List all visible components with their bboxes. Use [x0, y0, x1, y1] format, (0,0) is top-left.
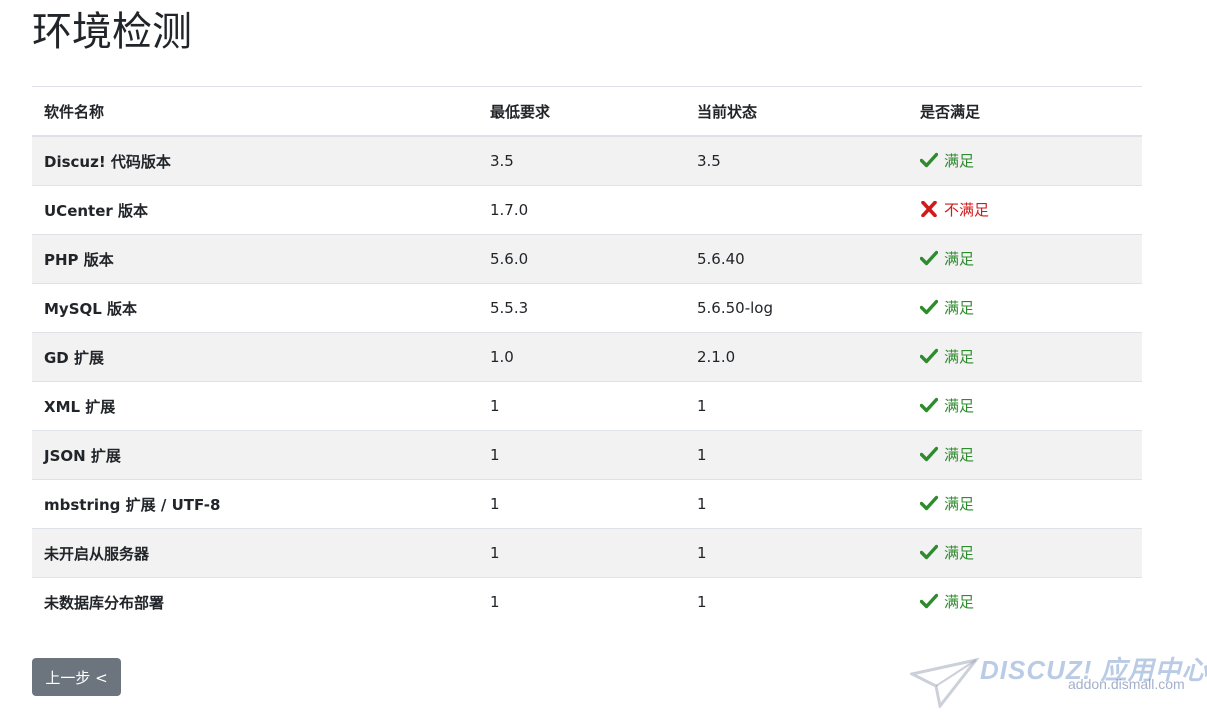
status-satisfied: 满足 [920, 346, 974, 367]
cell-current-status: 3.5 [685, 135, 908, 186]
cell-current-status: 1 [685, 381, 908, 431]
table-row: mbstring 扩展 / UTF-8 1 1 满足 [32, 479, 1142, 529]
table-body: Discuz! 代码版本 3.5 3.5 满足 UCenter 版本 1.7.0 不满足 PH… [32, 135, 1142, 626]
table-row: UCenter 版本 1.7.0 不满足 [32, 185, 1142, 235]
cell-software-name: XML 扩展 [32, 381, 478, 431]
status-label: 满足 [944, 445, 975, 464]
cell-satisfied: 满足 [908, 577, 1142, 626]
header-software-name: 软件名称 [32, 86, 478, 137]
cell-min-requirement: 3.5 [478, 135, 685, 186]
status-label: 满足 [944, 592, 975, 611]
cell-min-requirement: 1 [478, 479, 685, 529]
status-label: 满足 [944, 151, 975, 170]
table-row: XML 扩展 1 1 满足 [32, 381, 1142, 431]
status-satisfied: 满足 [920, 591, 974, 612]
cell-min-requirement: 5.5.3 [478, 283, 685, 333]
status-satisfied: 满足 [920, 395, 974, 416]
check-icon [920, 348, 938, 364]
cell-current-status: 1 [685, 577, 908, 626]
cell-satisfied: 满足 [908, 234, 1142, 284]
cell-min-requirement: 1 [478, 577, 685, 626]
table-row: Discuz! 代码版本 3.5 3.5 满足 [32, 135, 1142, 186]
environment-table: 软件名称 最低要求 当前状态 是否满足 Discuz! 代码版本 3.5 3.5 满足… [32, 86, 1142, 626]
check-icon [920, 446, 938, 462]
header-current-status: 当前状态 [685, 86, 908, 137]
page: 环境检测 软件名称 最低要求 当前状态 是否满足 Discuz! 代码版本 3.5… [0, 0, 1207, 721]
cell-satisfied: 满足 [908, 332, 1142, 382]
table-row: 未数据库分布部署 1 1 满足 [32, 577, 1142, 626]
status-satisfied: 满足 [920, 493, 974, 514]
status-satisfied: 满足 [920, 150, 974, 171]
status-label: 满足 [944, 298, 975, 317]
check-icon [920, 152, 938, 168]
cell-software-name: 未开启从服务器 [32, 528, 478, 578]
header-min-requirement: 最低要求 [478, 86, 685, 137]
watermark-url: addon.dismall.com [1068, 676, 1185, 692]
cell-current-status: 1 [685, 528, 908, 578]
status-label: 不满足 [944, 200, 990, 219]
check-icon [920, 495, 938, 511]
cell-software-name: 未数据库分布部署 [32, 577, 478, 626]
cell-satisfied: 满足 [908, 430, 1142, 480]
cell-satisfied: 满足 [908, 479, 1142, 529]
cell-software-name: GD 扩展 [32, 332, 478, 382]
status-satisfied: 满足 [920, 444, 974, 465]
cell-min-requirement: 1.7.0 [478, 185, 685, 235]
cell-satisfied: 满足 [908, 528, 1142, 578]
status-satisfied: 满足 [920, 297, 974, 318]
check-icon [920, 397, 938, 413]
table-row: GD 扩展 1.0 2.1.0 满足 [32, 332, 1142, 382]
status-satisfied: 满足 [920, 542, 974, 563]
status-label: 满足 [944, 249, 975, 268]
cell-software-name: MySQL 版本 [32, 283, 478, 333]
check-icon [920, 544, 938, 560]
status-label: 满足 [944, 396, 975, 415]
cell-min-requirement: 1 [478, 528, 685, 578]
table-row: PHP 版本 5.6.0 5.6.40 满足 [32, 234, 1142, 284]
check-icon [920, 299, 938, 315]
status-label: 满足 [944, 543, 975, 562]
environment-table-container: 软件名称 最低要求 当前状态 是否满足 Discuz! 代码版本 3.5 3.5 满足… [32, 86, 1142, 626]
table-row: 未开启从服务器 1 1 满足 [32, 528, 1142, 578]
table-row: JSON 扩展 1 1 满足 [32, 430, 1142, 480]
cell-min-requirement: 5.6.0 [478, 234, 685, 284]
watermark: DISCUZ! 应用中心 addon.dismall.com [910, 650, 1207, 718]
header-satisfied: 是否满足 [908, 86, 1142, 137]
status-label: 满足 [944, 347, 975, 366]
cell-current-status: 1 [685, 479, 908, 529]
cross-icon [920, 201, 938, 218]
status-not-satisfied: 不满足 [920, 199, 989, 220]
cell-software-name: UCenter 版本 [32, 185, 478, 235]
back-button[interactable]: 上一步 < [32, 658, 121, 696]
cell-satisfied: 满足 [908, 135, 1142, 186]
cell-software-name: PHP 版本 [32, 234, 478, 284]
cell-current-status: 2.1.0 [685, 332, 908, 382]
cell-min-requirement: 1.0 [478, 332, 685, 382]
cell-min-requirement: 1 [478, 381, 685, 431]
table-header: 软件名称 最低要求 当前状态 是否满足 [32, 86, 1142, 137]
table-row: MySQL 版本 5.5.3 5.6.50-log 满足 [32, 283, 1142, 333]
cell-satisfied: 不满足 [908, 185, 1142, 235]
cell-current-status: 5.6.40 [685, 234, 908, 284]
cell-current-status: 5.6.50-log [685, 283, 908, 333]
status-label: 满足 [944, 494, 975, 513]
cell-current-status: 1 [685, 430, 908, 480]
cell-software-name: mbstring 扩展 / UTF-8 [32, 479, 478, 529]
cell-software-name: JSON 扩展 [32, 430, 478, 480]
header-row: 软件名称 最低要求 当前状态 是否满足 [32, 86, 1142, 137]
check-icon [920, 250, 938, 266]
paper-plane-icon [910, 657, 980, 708]
status-satisfied: 满足 [920, 248, 974, 269]
cell-satisfied: 满足 [908, 381, 1142, 431]
cell-software-name: Discuz! 代码版本 [32, 135, 478, 186]
check-icon [920, 593, 938, 609]
cell-min-requirement: 1 [478, 430, 685, 480]
cell-satisfied: 满足 [908, 283, 1142, 333]
cell-current-status [685, 185, 908, 235]
page-title: 环境检测 [32, 9, 192, 55]
